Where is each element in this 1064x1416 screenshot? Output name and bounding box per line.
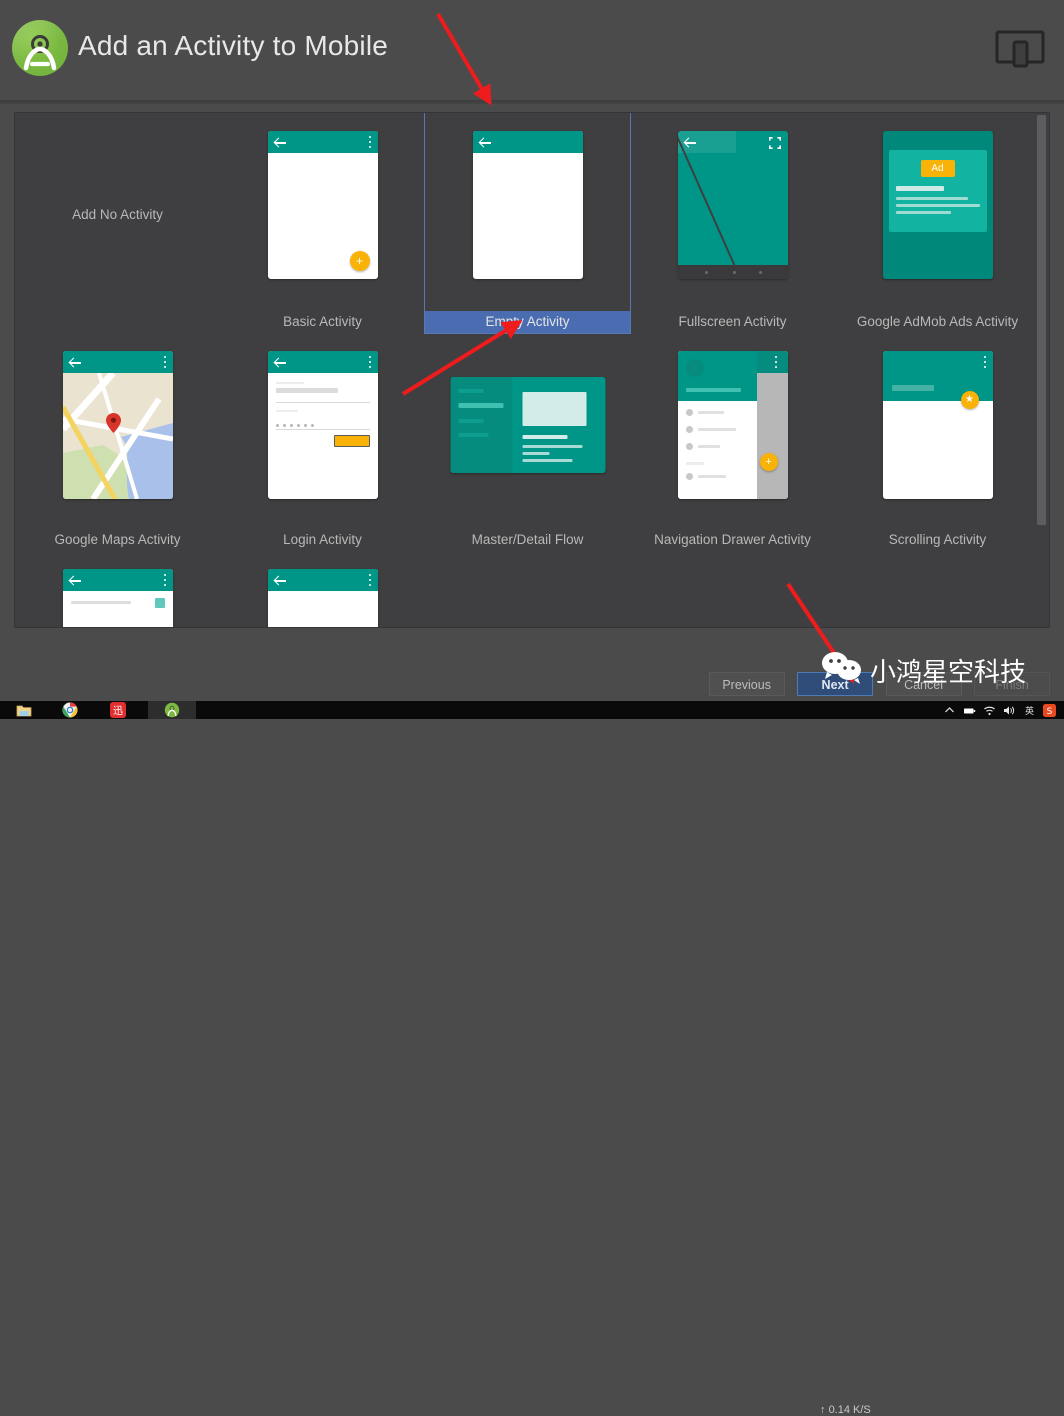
activity-template-gallery[interactable]: Add No Activity + Basic Activity Empty A…	[14, 112, 1050, 628]
tile-label: Google AdMob Ads Activity	[856, 314, 1019, 329]
tile-label: Master/Detail Flow	[471, 532, 584, 547]
activity-tile-google-admob-ads-activity[interactable]: Ad Google AdMob Ads Activity	[835, 113, 1040, 333]
folder-icon[interactable]	[16, 702, 32, 718]
back-arrow-icon	[274, 357, 286, 368]
activity-tile-add-no-activity[interactable]: Add No Activity	[15, 113, 220, 333]
previous-button[interactable]: Previous	[708, 672, 785, 696]
tile-label: Navigation Drawer Activity	[654, 532, 811, 547]
tile-label: Empty Activity	[425, 311, 630, 333]
volume-icon[interactable]	[1003, 704, 1016, 717]
snipaste-icon[interactable]: S	[1043, 703, 1056, 717]
tile-thumbnail	[62, 351, 173, 499]
tile-thumbnail: ★	[882, 351, 993, 499]
gallery-scrollbar[interactable]	[1035, 114, 1048, 627]
svg-text:S: S	[1047, 707, 1053, 717]
activity-tile-settings-activity[interactable]	[15, 551, 220, 627]
overflow-menu-icon	[774, 356, 777, 368]
system-tray[interactable]: 英 S	[943, 703, 1056, 717]
wechat-icon	[820, 650, 864, 691]
back-arrow-icon	[69, 575, 81, 586]
map-pin-icon	[105, 413, 121, 433]
activity-tile-scrolling-activity[interactable]: ★ Scrolling Activity	[835, 333, 1040, 551]
tile-label: Basic Activity	[283, 314, 362, 329]
svg-text:英: 英	[1025, 705, 1034, 717]
gallery-row	[15, 551, 1035, 627]
activity-tile-fullscreen-activity[interactable]: Fullscreen Activity	[630, 113, 835, 333]
login-button-icon	[333, 435, 370, 447]
mobile-device-icon	[994, 24, 1046, 72]
wifi-icon[interactable]	[983, 704, 996, 717]
tile-thumbnail	[472, 131, 583, 279]
chrome-icon[interactable]	[62, 702, 78, 718]
tile-thumbnail	[267, 569, 378, 627]
red-app-icon[interactable]: 迅	[110, 702, 126, 718]
overflow-menu-icon	[163, 356, 166, 368]
activity-tile-master-detail-flow[interactable]: Master/Detail Flow	[425, 333, 630, 551]
activity-tile-login-activity[interactable]: Login Activity	[220, 333, 425, 551]
watermark-text: 小鸿星空科技	[870, 657, 1027, 688]
wechat-watermark: 小鸿星空科技	[820, 650, 1026, 690]
gallery-row: Google Maps Activity Login Activity Mast…	[15, 333, 1035, 551]
tile-label: Add No Activity	[72, 207, 163, 222]
overflow-menu-icon	[983, 356, 986, 368]
floating-action-button-icon: +	[759, 453, 778, 471]
gallery-row: Add No Activity + Basic Activity Empty A…	[15, 113, 1035, 334]
tile-label: Google Maps Activity	[54, 532, 181, 547]
overflow-menu-icon	[368, 136, 371, 148]
scrollbar-thumb[interactable]	[1037, 115, 1046, 525]
expand-fullscreen-icon	[768, 136, 781, 149]
android-studio-icon[interactable]	[164, 702, 180, 718]
floating-action-button-icon: ★	[960, 391, 979, 409]
tile-label: Fullscreen Activity	[678, 314, 787, 329]
activity-tile-tabbed-activity[interactable]	[220, 551, 425, 627]
tile-thumbnail	[267, 351, 378, 499]
avatar-icon	[685, 359, 704, 377]
tile-thumbnail	[62, 569, 173, 627]
checkbox-icon	[154, 598, 165, 608]
back-arrow-icon	[69, 357, 81, 368]
back-arrow-icon	[684, 137, 696, 148]
battery-icon[interactable]	[963, 704, 976, 717]
map-preview-icon	[62, 373, 173, 499]
ime-icon[interactable]: 英	[1023, 704, 1036, 717]
tile-label: Scrolling Activity	[888, 532, 987, 547]
tile-thumbnail: +	[267, 131, 378, 279]
back-arrow-icon	[479, 137, 491, 148]
os-taskbar[interactable]: 迅 ↑ 0.14 K/S 英 S	[0, 701, 1064, 1416]
floating-action-button-icon: +	[349, 251, 370, 271]
tile-thumbnail: Ad	[882, 131, 993, 279]
overflow-menu-icon	[368, 574, 371, 586]
back-arrow-icon	[274, 575, 286, 586]
overflow-menu-icon	[163, 574, 166, 586]
header-divider	[0, 100, 1064, 104]
activity-tile-navigation-drawer-activity[interactable]: + Navigation Drawer Activity	[630, 333, 835, 551]
activity-tile-basic-activity[interactable]: + Basic Activity	[220, 113, 425, 333]
activity-tile-empty-activity[interactable]: Empty Activity	[424, 113, 631, 334]
android-studio-logo	[12, 20, 68, 76]
tile-thumbnail: +	[677, 351, 788, 499]
chevron-up-icon[interactable]	[943, 704, 956, 717]
tile-thumbnail	[677, 131, 788, 279]
ad-badge: Ad	[920, 160, 955, 177]
tile-thumbnail	[450, 377, 605, 473]
svg-text:迅: 迅	[113, 705, 123, 717]
page-title: Add an Activity to Mobile	[78, 30, 389, 61]
back-arrow-icon	[274, 137, 286, 148]
network-speed-indicator: ↑ 0.14 K/S	[820, 1404, 871, 1416]
activity-tile-google-maps-activity[interactable]: Google Maps Activity	[15, 333, 220, 551]
tile-label: Login Activity	[283, 532, 362, 547]
overflow-menu-icon	[368, 356, 371, 368]
dialog-header: Add an Activity to Mobile	[0, 0, 1064, 104]
